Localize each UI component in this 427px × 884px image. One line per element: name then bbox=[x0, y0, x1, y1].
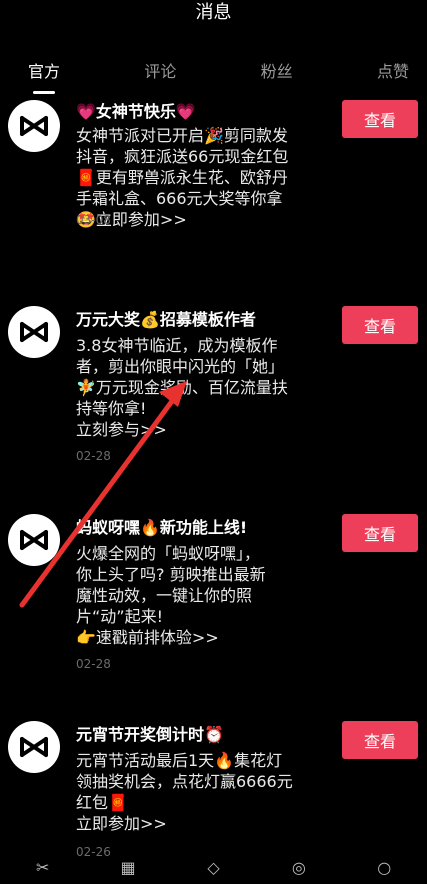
tab-comments[interactable]: 评论 bbox=[144, 52, 176, 88]
capcut-logo-icon bbox=[20, 322, 48, 342]
message-tabs: 官方 评论 粉丝 点赞 bbox=[0, 40, 427, 100]
message-date: 02-28 bbox=[76, 449, 111, 463]
message-body: 女神节派对已开启🎉剪同款发 抖音，疯狂派送66元现金红包 🧧更有野兽派永生花、欧… bbox=[76, 126, 289, 229]
message-item[interactable]: 万元大奖💰招募模板作者 3.8女神节临近，成为模板作 者，剪出你眼中闪光的「她」… bbox=[0, 306, 427, 496]
message-title: 蚂蚁呀嘿🔥新功能上线! bbox=[76, 518, 248, 537]
capcut-logo-avatar bbox=[8, 514, 60, 566]
page-title: 消息 bbox=[195, 2, 232, 23]
template-icon[interactable]: ▦ bbox=[117, 860, 139, 876]
message-body: 元宵节活动最后1天🔥集花灯 领抽奖机会，点花灯赢6666元 红包🧧 立即参加>> bbox=[76, 751, 293, 833]
profile-icon[interactable]: ○ bbox=[373, 860, 395, 876]
page-header: 消息 bbox=[0, 0, 427, 40]
message-item[interactable]: 元宵节开奖倒计时⏰ 元宵节活动最后1天🔥集花灯 领抽奖机会，点花灯赢6666元 … bbox=[0, 721, 427, 860]
message-title: 元宵节开奖倒计时⏰ bbox=[76, 725, 224, 744]
message-body: 3.8女神节临近，成为模板作 者，剪出你眼中闪光的「她」 🧚万元现金奖励、百亿流… bbox=[76, 336, 288, 439]
tab-likes[interactable]: 点赞 bbox=[377, 52, 409, 88]
message-list[interactable]: 💗女神节快乐💗 女神节派对已开启🎉剪同款发 抖音，疯狂派送66元现金红包 🧧更有… bbox=[0, 100, 427, 860]
capcut-logo-icon bbox=[20, 116, 48, 136]
capcut-logo-icon bbox=[20, 737, 48, 757]
capcut-logo-avatar bbox=[8, 306, 60, 358]
message-date: 03-08 bbox=[76, 213, 111, 227]
message-title: 万元大奖💰招募模板作者 bbox=[76, 310, 256, 329]
layers-icon[interactable]: ◇ bbox=[202, 860, 224, 876]
capcut-logo-icon bbox=[20, 530, 48, 550]
capcut-logo-avatar bbox=[8, 100, 60, 152]
message-body: 火爆全网的「蚂蚁呀嘿」， 你上头了吗? 剪映推出最新 魔性动效，一键让你的照 片… bbox=[76, 544, 266, 647]
view-button[interactable]: 查看 bbox=[342, 514, 418, 552]
message-item[interactable]: 💗女神节快乐💗 女神节派对已开启🎉剪同款发 抖音，疯狂派送66元现金红包 🧧更有… bbox=[0, 100, 427, 290]
message-title: 💗女神节快乐💗 bbox=[76, 102, 196, 121]
compass-icon[interactable]: ◎ bbox=[288, 860, 310, 876]
view-button[interactable]: 查看 bbox=[342, 100, 418, 138]
capcut-logo-avatar bbox=[8, 721, 60, 773]
message-item[interactable]: 蚂蚁呀嘿🔥新功能上线! 火爆全网的「蚂蚁呀嘿」， 你上头了吗? 剪映推出最新 魔… bbox=[0, 514, 427, 704]
view-button[interactable]: 查看 bbox=[342, 721, 418, 759]
message-date: 02-28 bbox=[76, 657, 111, 671]
tab-official[interactable]: 官方 bbox=[28, 52, 60, 94]
scissors-icon[interactable]: ✂ bbox=[32, 860, 54, 876]
tab-fans[interactable]: 粉丝 bbox=[261, 52, 293, 88]
view-button[interactable]: 查看 bbox=[342, 306, 418, 344]
